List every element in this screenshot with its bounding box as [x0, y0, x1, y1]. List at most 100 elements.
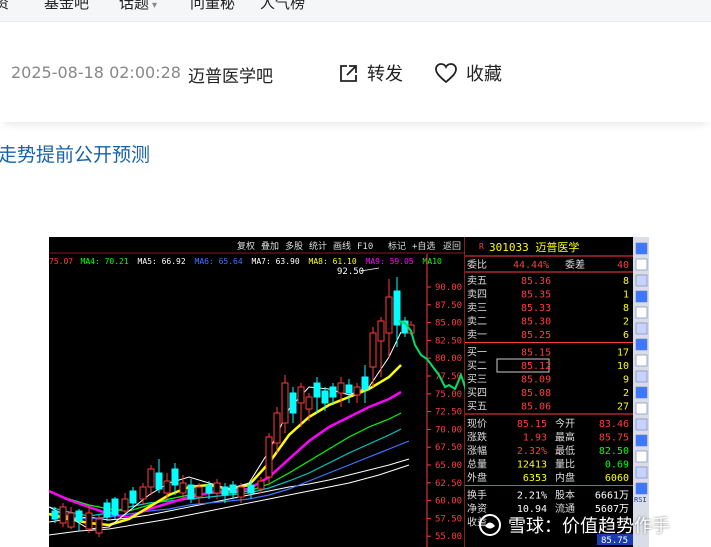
quote-r-marker: R	[479, 242, 484, 251]
chart-toolbar-item: 叠加	[261, 241, 279, 252]
side-tool-icon	[635, 338, 648, 351]
stat-value: 85.15	[517, 419, 547, 430]
stat-value: 6060	[605, 473, 629, 484]
bid-volume: 10	[617, 361, 629, 372]
quote-header: 301033 迈普医学	[489, 240, 579, 254]
nav-item-ask-secretary[interactable]: 问董秘	[190, 0, 235, 13]
ask-price: 85.35	[521, 290, 551, 301]
candle-body	[393, 290, 401, 326]
stat-label: 最低	[555, 444, 575, 457]
candle-body	[103, 502, 111, 518]
side-tool-icon	[635, 482, 648, 495]
candle-body	[163, 480, 171, 494]
share-icon	[340, 64, 357, 82]
side-tool-icon	[635, 258, 648, 271]
bid-volume: 17	[617, 348, 629, 359]
xueqiu-watermark: 雪球：价值趋势作手	[478, 512, 670, 538]
candle-body	[155, 472, 163, 490]
stat-value: 82.50	[599, 446, 629, 457]
side-tool-icon	[635, 418, 648, 431]
price-axis-label: 67.50	[435, 443, 462, 453]
ask-price: 85.36	[521, 276, 551, 287]
bid-price: 85.06	[521, 402, 551, 413]
nav-item-zixun[interactable]: 资	[0, 0, 9, 13]
price-axis-label: 75.00	[435, 390, 462, 400]
stat-value: 2.21%	[517, 491, 547, 502]
ma-label: MA8: 61.10	[309, 257, 357, 266]
watermark-text: 雪球：价值趋势作手	[508, 516, 670, 537]
price-axis-label: 65.00	[435, 461, 462, 471]
stat-value: 85.75	[599, 433, 629, 444]
side-tool-rsi-label: RSI	[634, 496, 647, 504]
side-tool-icon	[635, 370, 648, 383]
price-axis-label: 57.50	[435, 514, 462, 524]
candle-body	[139, 486, 147, 500]
stat-value: 6353	[523, 473, 547, 484]
candle-body	[385, 296, 393, 334]
nav-item-topics-label: 话题	[119, 0, 150, 12]
bid-label: 买三	[467, 374, 487, 386]
share-label: 转发	[367, 64, 403, 85]
side-tool-icon	[635, 450, 648, 463]
candle-body	[129, 490, 137, 504]
stat-label: 最高	[555, 431, 575, 444]
side-tool-icon	[635, 242, 648, 255]
ma-label: MA5: 66.92	[138, 257, 186, 266]
top-navigation: 资 基金吧 话题 ▾ 问董秘 人气榜	[0, 0, 711, 22]
price-axis-label: 62.50	[435, 479, 462, 489]
nav-item-fund-forum[interactable]: 基金吧	[44, 0, 89, 13]
side-tool-icon	[635, 434, 648, 447]
ask-label: 卖五	[467, 275, 487, 287]
ask-label: 卖二	[467, 316, 487, 328]
candle-body	[51, 510, 59, 520]
favorite-button[interactable]: 收藏	[434, 60, 502, 86]
ask-volume: 8	[623, 303, 629, 314]
chart-toolbar-item: 标记	[388, 240, 406, 252]
bid-price: 85.08	[521, 388, 551, 399]
post-forum-link[interactable]: 迈普医学吧	[188, 62, 273, 87]
nav-item-topics[interactable]: 话题 ▾	[119, 0, 157, 13]
bid-price: 85.15	[521, 348, 551, 359]
price-axis-label: 72.50	[435, 408, 462, 418]
candle-body	[75, 510, 83, 522]
stat-label: 外盘	[467, 471, 487, 484]
candle-body	[171, 468, 179, 486]
candle-body	[121, 498, 129, 512]
quote-value: 44.44%	[513, 260, 549, 271]
price-axis-label: 90.00	[435, 283, 462, 293]
nav-item-popularity[interactable]: 人气榜	[260, 0, 305, 13]
favorite-label: 收藏	[466, 64, 502, 85]
peak-label: 92.50	[337, 267, 364, 277]
side-tool-icon	[635, 274, 648, 287]
price-axis-label: 82.50	[435, 336, 462, 346]
ma-label: MA7: 63.90	[252, 257, 300, 266]
ma-label: MA9: 59.05	[366, 257, 414, 266]
candle-body	[297, 386, 305, 404]
stat-label: 今开	[555, 417, 575, 430]
ask-price: 85.33	[521, 303, 551, 314]
bid-label: 买一	[467, 347, 487, 359]
stat-value: 2.32%	[517, 446, 547, 457]
side-tool-icon	[635, 402, 648, 415]
ma-label: 75.07	[49, 257, 73, 266]
side-tool-icon	[635, 466, 648, 479]
share-button[interactable]: 转发	[338, 60, 403, 86]
post-title[interactable]: 走势提前公开预测	[0, 140, 150, 167]
chevron-down-icon: ▾	[152, 0, 158, 11]
candle-body	[313, 382, 321, 398]
stat-label: 股本	[555, 489, 575, 502]
stat-value: 83.46	[599, 419, 629, 430]
ask-label: 卖一	[467, 329, 487, 341]
candle-body	[85, 512, 93, 530]
candle-body	[229, 484, 237, 494]
bid-label: 买五	[467, 401, 487, 413]
candle-body	[59, 506, 67, 524]
ask-volume: 2	[623, 317, 629, 328]
stock-chart-svg: 复权 叠加 多股 统计 画线 F10 标记 +自选 返回 75.07 MA4: 70.21 MA5:…	[49, 237, 649, 547]
candle-body	[257, 480, 265, 490]
stat-value: 0.69	[605, 460, 629, 471]
ask-label: 卖三	[467, 302, 487, 314]
stock-chart-image: 复权 叠加 多股 统计 画线 F10 标记 +自选 返回 75.07 MA4: 70.21 MA5:…	[49, 237, 649, 547]
stat-label: 总量	[467, 458, 487, 471]
chart-toolbar-item: 复权	[237, 240, 255, 252]
